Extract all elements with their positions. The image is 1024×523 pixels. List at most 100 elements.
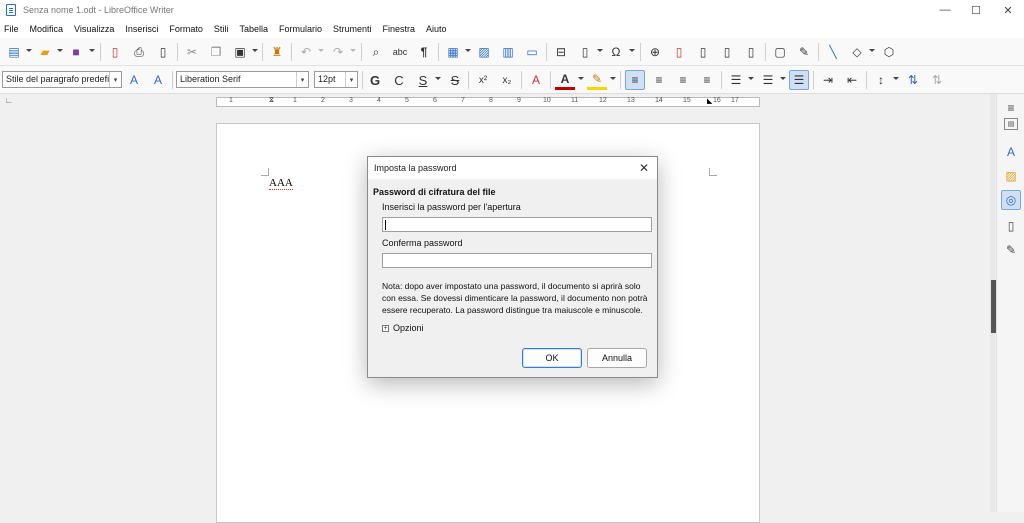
minimize-button[interactable]: — bbox=[928, 0, 962, 20]
paste-icon[interactable]: ▣ bbox=[230, 42, 250, 62]
footnote-icon[interactable]: ▯ bbox=[669, 42, 689, 62]
confirm-password-input[interactable] bbox=[382, 253, 652, 268]
properties-icon[interactable]: ▤ bbox=[1004, 118, 1018, 130]
special-character-icon[interactable]: Ω bbox=[606, 42, 626, 62]
open-folder-icon[interactable]: ▰ bbox=[35, 42, 55, 62]
menu-visualizza[interactable]: Visualizza bbox=[74, 24, 114, 34]
ok-button[interactable]: OK bbox=[522, 348, 582, 368]
vertical-scrollbar[interactable] bbox=[978, 94, 990, 512]
outline-list-icon[interactable]: ☰ bbox=[789, 70, 809, 90]
print-preview-icon[interactable]: ▯ bbox=[153, 42, 173, 62]
menu-formulario[interactable]: Formulario bbox=[279, 24, 322, 34]
basic-shapes-icon[interactable]: ◇ bbox=[847, 42, 867, 62]
menu-modifica[interactable]: Modifica bbox=[30, 24, 64, 34]
tab-stop-selector-icon[interactable]: ∟ bbox=[5, 96, 13, 105]
spelling-icon[interactable]: abc bbox=[390, 42, 410, 62]
close-window-button[interactable]: ✕ bbox=[991, 0, 1024, 20]
line-spacing-icon[interactable]: ↕ bbox=[871, 70, 891, 90]
ruler-right-indent-icon[interactable]: ◣ bbox=[707, 97, 712, 105]
insert-chart-icon[interactable]: ▥ bbox=[498, 42, 518, 62]
gallery-icon[interactable]: ▨ bbox=[1001, 166, 1021, 186]
font-size-select[interactable]: 12pt ▾ bbox=[314, 71, 358, 88]
ruler-number: 9 bbox=[517, 97, 521, 104]
align-right-icon[interactable]: ≡ bbox=[673, 70, 693, 90]
insert-table-icon[interactable]: ▦ bbox=[443, 42, 463, 62]
horizontal-ruler[interactable]: 1 ⧖ 1 2 3 4 5 6 7 8 9 10 11 12 13 14 15 … bbox=[216, 97, 760, 107]
menu-formato[interactable]: Formato bbox=[169, 24, 203, 34]
menu-finestra[interactable]: Finestra bbox=[383, 24, 416, 34]
redo-icon[interactable]: ↷ bbox=[328, 42, 348, 62]
hyperlink-icon[interactable]: ⊕ bbox=[645, 42, 665, 62]
paragraph-style-select[interactable]: Stile del paragrafo predefinito ▾ bbox=[2, 71, 122, 88]
cut-icon[interactable]: ✂ bbox=[182, 42, 202, 62]
align-left-icon[interactable]: ≡ bbox=[625, 70, 645, 90]
expand-plus-icon[interactable]: + bbox=[382, 324, 389, 332]
undo-icon[interactable]: ↶ bbox=[296, 42, 316, 62]
dialog-close-icon[interactable]: ✕ bbox=[635, 159, 653, 177]
menu-stili[interactable]: Stili bbox=[214, 24, 229, 34]
decrease-paragraph-spacing-icon[interactable]: ⇅ bbox=[927, 70, 947, 90]
chevron-down-icon: ▾ bbox=[296, 72, 308, 87]
decrease-indent-icon[interactable]: ⇤ bbox=[842, 70, 862, 90]
menu-aiuto[interactable]: Aiuto bbox=[426, 24, 447, 34]
menu-inserisci[interactable]: Inserisci bbox=[125, 24, 158, 34]
bold-button[interactable]: G bbox=[365, 70, 385, 90]
page-icon[interactable]: ▯ bbox=[1001, 216, 1021, 236]
page-break-icon[interactable]: ⊟ bbox=[551, 42, 571, 62]
subscript-icon[interactable]: x₂ bbox=[497, 70, 517, 90]
open-password-input[interactable] bbox=[382, 217, 652, 232]
comment-icon[interactable]: ▢ bbox=[770, 42, 790, 62]
menu-file[interactable]: File bbox=[4, 24, 19, 34]
insert-line-icon[interactable]: ╲ bbox=[823, 42, 843, 62]
print-icon[interactable]: ⎙ bbox=[129, 42, 149, 62]
menu-tabella[interactable]: Tabella bbox=[239, 24, 268, 34]
align-center-icon[interactable]: ≡ bbox=[649, 70, 669, 90]
maximize-button[interactable]: ☐ bbox=[959, 0, 993, 20]
font-name-value: Liberation Serif bbox=[180, 74, 241, 84]
endnote-icon[interactable]: ▯ bbox=[693, 42, 713, 62]
new-style-icon[interactable]: A bbox=[148, 70, 168, 90]
numbered-list-icon[interactable]: ☰ bbox=[758, 70, 778, 90]
ruler-indent-marker-icon[interactable]: ⧖ bbox=[269, 97, 274, 105]
underline-button[interactable]: S bbox=[413, 70, 433, 90]
copy-icon[interactable]: ❐ bbox=[206, 42, 226, 62]
navigator-icon[interactable]: ◎ bbox=[1001, 190, 1021, 210]
font-name-select[interactable]: Liberation Serif ▾ bbox=[176, 71, 309, 88]
formatting-marks-icon[interactable]: ¶ bbox=[414, 42, 434, 62]
clear-formatting-icon[interactable]: A bbox=[526, 70, 546, 90]
styles-icon[interactable]: A bbox=[1001, 142, 1021, 162]
document-text[interactable]: AAA bbox=[269, 177, 293, 190]
highlight-color-icon[interactable]: ✎ bbox=[587, 70, 607, 90]
menu-strumenti[interactable]: Strumenti bbox=[333, 24, 372, 34]
insert-textbox-icon[interactable]: ▭ bbox=[522, 42, 542, 62]
new-document-icon[interactable]: ▤ bbox=[4, 42, 24, 62]
export-pdf-icon[interactable]: ▯ bbox=[105, 42, 125, 62]
justify-icon[interactable]: ≡ bbox=[697, 70, 717, 90]
insert-image-icon[interactable]: ▨ bbox=[474, 42, 494, 62]
style-inspector-icon[interactable]: ✎ bbox=[1001, 240, 1021, 260]
ruler-number: 14 bbox=[655, 97, 663, 104]
save-icon[interactable]: ■ bbox=[66, 42, 86, 62]
ruler-number: 13 bbox=[627, 97, 635, 104]
find-replace-icon[interactable]: ⌕ bbox=[366, 42, 386, 62]
strikethrough-button[interactable]: S bbox=[445, 70, 465, 90]
track-changes-icon[interactable]: ✎ bbox=[794, 42, 814, 62]
clone-formatting-icon[interactable]: ♜ bbox=[267, 42, 287, 62]
options-label[interactable]: Opzioni bbox=[393, 323, 424, 333]
sidebar-menu-icon[interactable]: ≡ bbox=[1001, 98, 1021, 118]
bullet-list-icon[interactable]: ☰ bbox=[726, 70, 746, 90]
text-boundary-marker bbox=[261, 168, 269, 176]
superscript-icon[interactable]: x² bbox=[473, 70, 493, 90]
bookmark-icon[interactable]: ▯ bbox=[717, 42, 737, 62]
increase-paragraph-spacing-icon[interactable]: ⇅ bbox=[903, 70, 923, 90]
update-style-icon[interactable]: A bbox=[124, 70, 144, 90]
italic-button[interactable]: C bbox=[389, 70, 409, 90]
draw-functions-icon[interactable]: ⬡ bbox=[879, 42, 899, 62]
insert-field-icon[interactable]: ▯ bbox=[575, 42, 595, 62]
options-expander[interactable]: + Opzioni bbox=[382, 323, 424, 333]
set-password-dialog: Imposta la password ✕ Password di cifrat… bbox=[367, 156, 658, 378]
font-color-icon[interactable]: A bbox=[555, 70, 575, 90]
increase-indent-icon[interactable]: ⇥ bbox=[818, 70, 838, 90]
cancel-button[interactable]: Annulla bbox=[587, 348, 647, 368]
cross-reference-icon[interactable]: ▯ bbox=[741, 42, 761, 62]
